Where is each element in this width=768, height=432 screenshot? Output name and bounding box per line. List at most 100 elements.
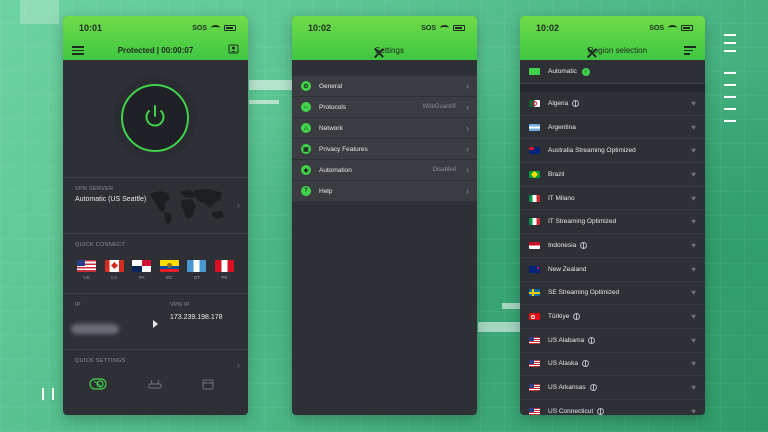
quick-settings-label: QUICK SETTINGS bbox=[75, 358, 126, 364]
checkmark-icon: ✓ bbox=[581, 67, 590, 76]
region-item[interactable]: Indonesia ♥ bbox=[520, 234, 705, 258]
sos-text: SOS bbox=[192, 24, 207, 32]
region-automatic[interactable]: Automatic ✓ bbox=[520, 60, 705, 84]
chevron-right-icon[interactable]: › bbox=[237, 360, 240, 370]
deco-bar bbox=[20, 0, 59, 24]
flag-pa-icon bbox=[132, 260, 152, 272]
deco-bar bbox=[52, 388, 54, 400]
favorite-heart-icon[interactable]: ♥ bbox=[691, 407, 696, 415]
region-item[interactable]: IT Milano ♥ bbox=[520, 187, 705, 211]
quick-connect-us[interactable]: US bbox=[77, 260, 96, 280]
flag-us-icon bbox=[77, 260, 96, 272]
flag-code: US bbox=[83, 275, 90, 280]
flag-se-icon bbox=[529, 289, 540, 297]
region-label: Brazil bbox=[548, 170, 565, 178]
favorite-heart-icon[interactable]: ♥ bbox=[691, 170, 696, 179]
globe-icon bbox=[597, 407, 605, 415]
flag-gt-icon bbox=[187, 260, 207, 272]
killswitch-toggle-icon[interactable] bbox=[89, 378, 107, 390]
profile-icon[interactable] bbox=[228, 44, 239, 56]
close-icon[interactable] bbox=[374, 48, 384, 58]
settings-item-protocols[interactable]: ↔ Protocols WireGuard® › bbox=[292, 97, 477, 118]
region-item[interactable]: Brazil ♥ bbox=[520, 163, 705, 187]
flag-code: PE bbox=[221, 275, 228, 280]
region-item[interactable]: SE Streaming Optimized ♥ bbox=[520, 282, 705, 306]
settings-item-label: General bbox=[319, 82, 343, 90]
region-label: IT Streaming Optimized bbox=[548, 218, 617, 226]
favorite-heart-icon[interactable]: ♥ bbox=[691, 288, 696, 297]
power-button[interactable] bbox=[121, 84, 189, 152]
deco-bar bbox=[724, 34, 736, 36]
status-icons: SOS bbox=[649, 25, 693, 32]
settings-item-label: Automation bbox=[319, 166, 352, 174]
lock-icon: ▣ bbox=[301, 144, 311, 154]
region-item[interactable]: US Alaska ♥ bbox=[520, 353, 705, 377]
router-icon[interactable] bbox=[148, 379, 162, 389]
status-time: 10:02 bbox=[536, 23, 560, 33]
region-item[interactable]: Algeria ♥ bbox=[520, 92, 705, 116]
favorite-heart-icon[interactable]: ♥ bbox=[691, 99, 696, 108]
settings-item-help[interactable]: ? Help › bbox=[292, 181, 477, 202]
home-topbar: 10:01 SOS Protected | 00:00:07 bbox=[63, 16, 248, 60]
region-item[interactable]: Argentina ♥ bbox=[520, 116, 705, 140]
favorite-heart-icon[interactable]: ♥ bbox=[691, 359, 696, 368]
region-item[interactable]: Australia Streaming Optimized ♥ bbox=[520, 139, 705, 164]
favorite-heart-icon[interactable]: ♥ bbox=[691, 336, 696, 345]
quick-connect-ec[interactable]: EC bbox=[159, 260, 179, 280]
chevron-right-icon: › bbox=[466, 102, 469, 112]
ip-info: IP VPN IP 173.239.198.178 bbox=[63, 294, 248, 350]
quick-connect-gt[interactable]: GT bbox=[187, 260, 207, 280]
deco-bar bbox=[724, 50, 736, 52]
favorite-heart-icon[interactable]: ♥ bbox=[691, 146, 696, 155]
region-item[interactable]: US Arkansas ♥ bbox=[520, 376, 705, 400]
sort-icon[interactable] bbox=[684, 44, 696, 57]
globe-icon bbox=[582, 360, 589, 368]
flag-us-icon bbox=[529, 407, 540, 415]
sos-text: SOS bbox=[421, 24, 436, 32]
vpn-ip-label: VPN IP bbox=[170, 302, 190, 308]
status-time: 10:01 bbox=[79, 23, 103, 33]
region-item[interactable]: US Alabama ♥ bbox=[520, 329, 705, 353]
flag-br-icon bbox=[529, 170, 540, 178]
chevron-right-icon: › bbox=[466, 165, 469, 175]
favorite-heart-icon[interactable]: ♥ bbox=[691, 217, 696, 226]
status-icons: SOS bbox=[192, 25, 236, 32]
flag-code: EC bbox=[166, 275, 173, 280]
favorite-heart-icon[interactable]: ♥ bbox=[691, 383, 696, 392]
settings-item-privacy[interactable]: ▣ Privacy Features › bbox=[292, 139, 477, 160]
flag-it-icon bbox=[529, 218, 540, 226]
quick-connect-pe[interactable]: PE bbox=[214, 260, 234, 280]
favorite-heart-icon[interactable]: ♥ bbox=[691, 241, 696, 250]
status-icons: SOS bbox=[421, 25, 465, 32]
deco-bar bbox=[502, 303, 520, 309]
favorite-heart-icon[interactable]: ♥ bbox=[691, 194, 696, 203]
browser-icon[interactable] bbox=[202, 379, 214, 390]
vpn-server-selector[interactable]: VPN SERVER Automatic (US Seattle) › bbox=[63, 178, 248, 234]
battery-icon bbox=[224, 25, 236, 31]
settings-item-label: Privacy Features bbox=[319, 145, 368, 153]
close-icon[interactable] bbox=[587, 48, 597, 58]
region-item[interactable]: US Connecticut ♥ bbox=[520, 400, 705, 415]
favorite-heart-icon[interactable]: ♥ bbox=[691, 123, 696, 132]
arrow-right-icon bbox=[153, 320, 158, 328]
region-label: US Alaska bbox=[548, 360, 578, 368]
settings-item-automation[interactable]: ◆ Automation Disabled › bbox=[292, 160, 477, 181]
region-item[interactable]: New Zealand ♥ bbox=[520, 258, 705, 282]
region-item[interactable]: IT Streaming Optimized ♥ bbox=[520, 210, 705, 235]
region-item[interactable]: Türkiye ♥ bbox=[520, 305, 705, 329]
settings-item-general[interactable]: ⚙ General › bbox=[292, 76, 477, 97]
globe-icon bbox=[580, 241, 588, 249]
menu-icon[interactable] bbox=[72, 44, 84, 57]
favorite-heart-icon[interactable]: ♥ bbox=[691, 312, 696, 321]
quick-connect-pa[interactable]: PA bbox=[132, 260, 152, 280]
flag-au-icon bbox=[529, 147, 540, 155]
region-label: Automatic bbox=[548, 68, 577, 75]
settings-item-network[interactable]: ∴ Network › bbox=[292, 118, 477, 139]
quick-connect-ca[interactable]: CA bbox=[104, 260, 124, 280]
status-bar: 10:01 SOS bbox=[63, 16, 248, 33]
globe-icon bbox=[588, 336, 596, 344]
favorite-heart-icon[interactable]: ♥ bbox=[691, 265, 696, 274]
deco-bar bbox=[42, 388, 44, 400]
flag-code: GT bbox=[193, 275, 200, 280]
settings-item-label: Network bbox=[319, 124, 343, 132]
